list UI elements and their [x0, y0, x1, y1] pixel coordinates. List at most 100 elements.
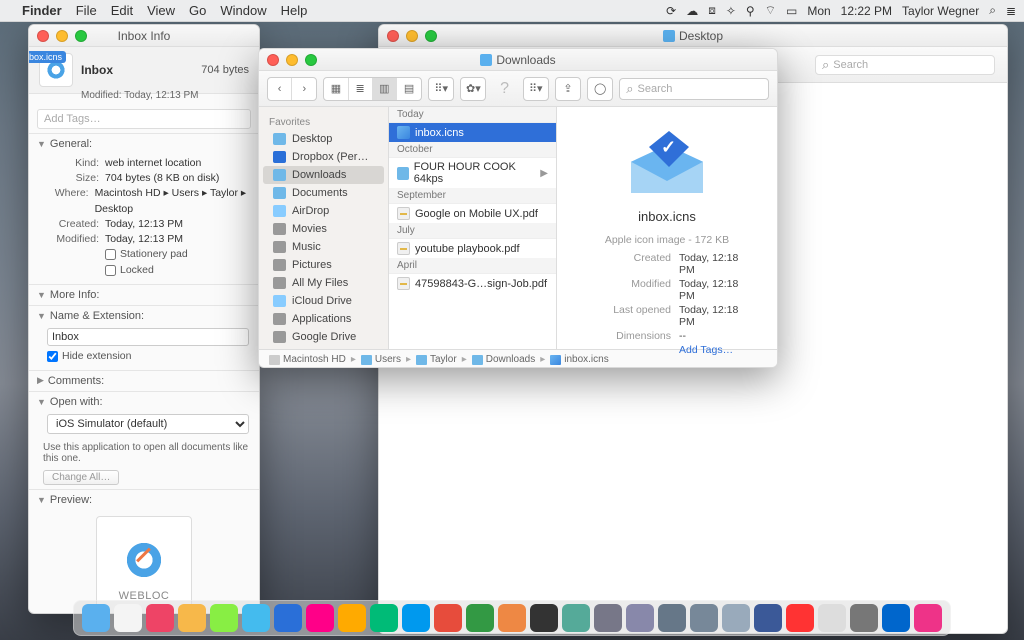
column-view-button[interactable]: ▥ [373, 78, 397, 100]
sidebar-item[interactable]: Movies [259, 220, 388, 238]
dock-app-icon[interactable] [466, 604, 494, 632]
dock-app-icon[interactable] [178, 604, 206, 632]
path-segment[interactable]: Taylor [416, 354, 457, 365]
finder-window-downloads[interactable]: Downloads ‹ › ▦ ≣ ▥ ▤ ⠿▾ ✿▾ ? ⠿▾ ⇪ ◯ Sea… [258, 48, 778, 368]
dock-app-icon[interactable] [498, 604, 526, 632]
dock-app-icon[interactable] [242, 604, 270, 632]
dock-app-icon[interactable] [306, 604, 334, 632]
minimize-button[interactable] [286, 54, 298, 66]
path-segment[interactable]: Macintosh HD [269, 354, 346, 365]
sidebar-item[interactable]: iCloud Drive [259, 292, 388, 310]
section-preview[interactable]: ▼Preview: [29, 489, 259, 510]
section-comments[interactable]: ▶Comments: [29, 370, 259, 391]
menu-file[interactable]: File [76, 3, 97, 18]
list-view-button[interactable]: ≣ [349, 78, 373, 100]
sidebar-item[interactable]: Downloads [263, 166, 384, 184]
titlebar[interactable]: Downloads [259, 49, 777, 71]
dock-app-icon[interactable] [914, 604, 942, 632]
share-button[interactable]: ⇪ [556, 78, 580, 100]
zoom-button[interactable] [425, 30, 437, 42]
battery-icon[interactable]: ▭ [786, 4, 797, 18]
back-button[interactable]: ‹ [268, 78, 292, 100]
notification-icon[interactable]: ≣ [1006, 4, 1016, 18]
user-name[interactable]: Taylor Wegner [902, 4, 979, 18]
dock-app-icon[interactable] [882, 604, 910, 632]
titlebar[interactable]: Inbox Info [29, 25, 259, 47]
path-segment[interactable]: Users [361, 354, 401, 365]
minimize-button[interactable] [56, 30, 68, 42]
menu-help[interactable]: Help [281, 3, 308, 18]
sidebar-item[interactable]: Dropbox (Per… [259, 148, 388, 166]
search-field[interactable]: Search [619, 78, 769, 100]
section-general[interactable]: ▼General: [29, 133, 259, 154]
spotlight-icon[interactable]: ⌕ [989, 3, 996, 18]
menu-window[interactable]: Window [220, 3, 266, 18]
close-button[interactable] [37, 30, 49, 42]
dropbox-icon[interactable]: ⧈ [708, 3, 716, 18]
dock-app-icon[interactable] [402, 604, 430, 632]
hide-extension-checkbox[interactable] [47, 351, 58, 362]
sidebar-item[interactable]: Google Drive [259, 328, 388, 346]
name-field[interactable] [47, 328, 249, 346]
group-button[interactable]: ⠿▾ [524, 78, 548, 100]
section-moreinfo[interactable]: ▼More Info: [29, 284, 259, 305]
dock-app-icon[interactable] [594, 604, 622, 632]
close-button[interactable] [387, 30, 399, 42]
titlebar[interactable]: Desktop [379, 25, 1007, 47]
file-item[interactable]: Google on Mobile UX.pdf [389, 204, 556, 223]
zoom-button[interactable] [305, 54, 317, 66]
dock-app-icon[interactable] [658, 604, 686, 632]
add-tags-link[interactable]: Add Tags… [679, 344, 753, 356]
dock-app-icon[interactable] [690, 604, 718, 632]
dock-app-icon[interactable] [562, 604, 590, 632]
path-segment[interactable]: inbox.icns [550, 354, 608, 365]
file-item[interactable]: 47598843-G…sign-Job.pdf [389, 274, 556, 293]
sidebar-item[interactable]: AirDrop [259, 202, 388, 220]
clock-time[interactable]: 12:22 PM [841, 4, 892, 18]
locked-checkbox[interactable] [105, 265, 116, 276]
bluetooth-icon[interactable]: ⚲ [746, 4, 755, 18]
minimize-button[interactable] [406, 30, 418, 42]
section-openwith[interactable]: ▼Open with: [29, 391, 259, 412]
dock-app-icon[interactable] [370, 604, 398, 632]
dock-app-icon[interactable] [338, 604, 366, 632]
wifi-icon[interactable]: ⌔ [765, 3, 776, 18]
help-button[interactable]: ? [492, 78, 516, 100]
dock-app-icon[interactable] [82, 604, 110, 632]
forward-button[interactable]: › [292, 78, 316, 100]
sidebar-item[interactable]: All My Files [259, 274, 388, 292]
add-tags-field[interactable]: Add Tags… [37, 109, 251, 129]
dock-app-icon[interactable] [818, 604, 846, 632]
close-button[interactable] [267, 54, 279, 66]
dock-app-icon[interactable] [434, 604, 462, 632]
get-info-window[interactable]: Inbox Info inbox.icns Inbox 704 bytes Mo… [28, 24, 260, 614]
sidebar-item[interactable]: Pictures [259, 256, 388, 274]
file-item[interactable]: youtube playbook.pdf [389, 239, 556, 258]
stationery-checkbox[interactable] [105, 249, 116, 260]
dock-app-icon[interactable] [626, 604, 654, 632]
menu-view[interactable]: View [147, 3, 175, 18]
search-field[interactable]: Search [815, 55, 995, 75]
coverflow-view-button[interactable]: ▤ [397, 78, 421, 100]
dock-app-icon[interactable] [754, 604, 782, 632]
dock-app-icon[interactable] [146, 604, 174, 632]
dock-app-icon[interactable] [786, 604, 814, 632]
cloud-icon[interactable]: ☁ [686, 4, 698, 18]
zoom-button[interactable] [75, 30, 87, 42]
clock-day[interactable]: Mon [807, 4, 830, 18]
dock-app-icon[interactable] [722, 604, 750, 632]
dock-app-icon[interactable] [530, 604, 558, 632]
dock-app-icon[interactable] [850, 604, 878, 632]
change-all-button[interactable]: Change All… [43, 470, 119, 485]
tags-button[interactable]: ◯ [588, 78, 612, 100]
dock-app-icon[interactable] [114, 604, 142, 632]
file-item[interactable]: FOUR HOUR COOK 64kps▶ [389, 158, 556, 188]
dock-app-icon[interactable] [210, 604, 238, 632]
sidebar-item[interactable]: Desktop [259, 130, 388, 148]
arrange-button[interactable]: ⠿▾ [429, 78, 453, 100]
icon-view-button[interactable]: ▦ [324, 78, 348, 100]
sidebar-item[interactable]: Applications [259, 310, 388, 328]
menu-go[interactable]: Go [189, 3, 206, 18]
sidebar-item[interactable]: Music [259, 238, 388, 256]
sidebar-item[interactable]: Documents [259, 184, 388, 202]
